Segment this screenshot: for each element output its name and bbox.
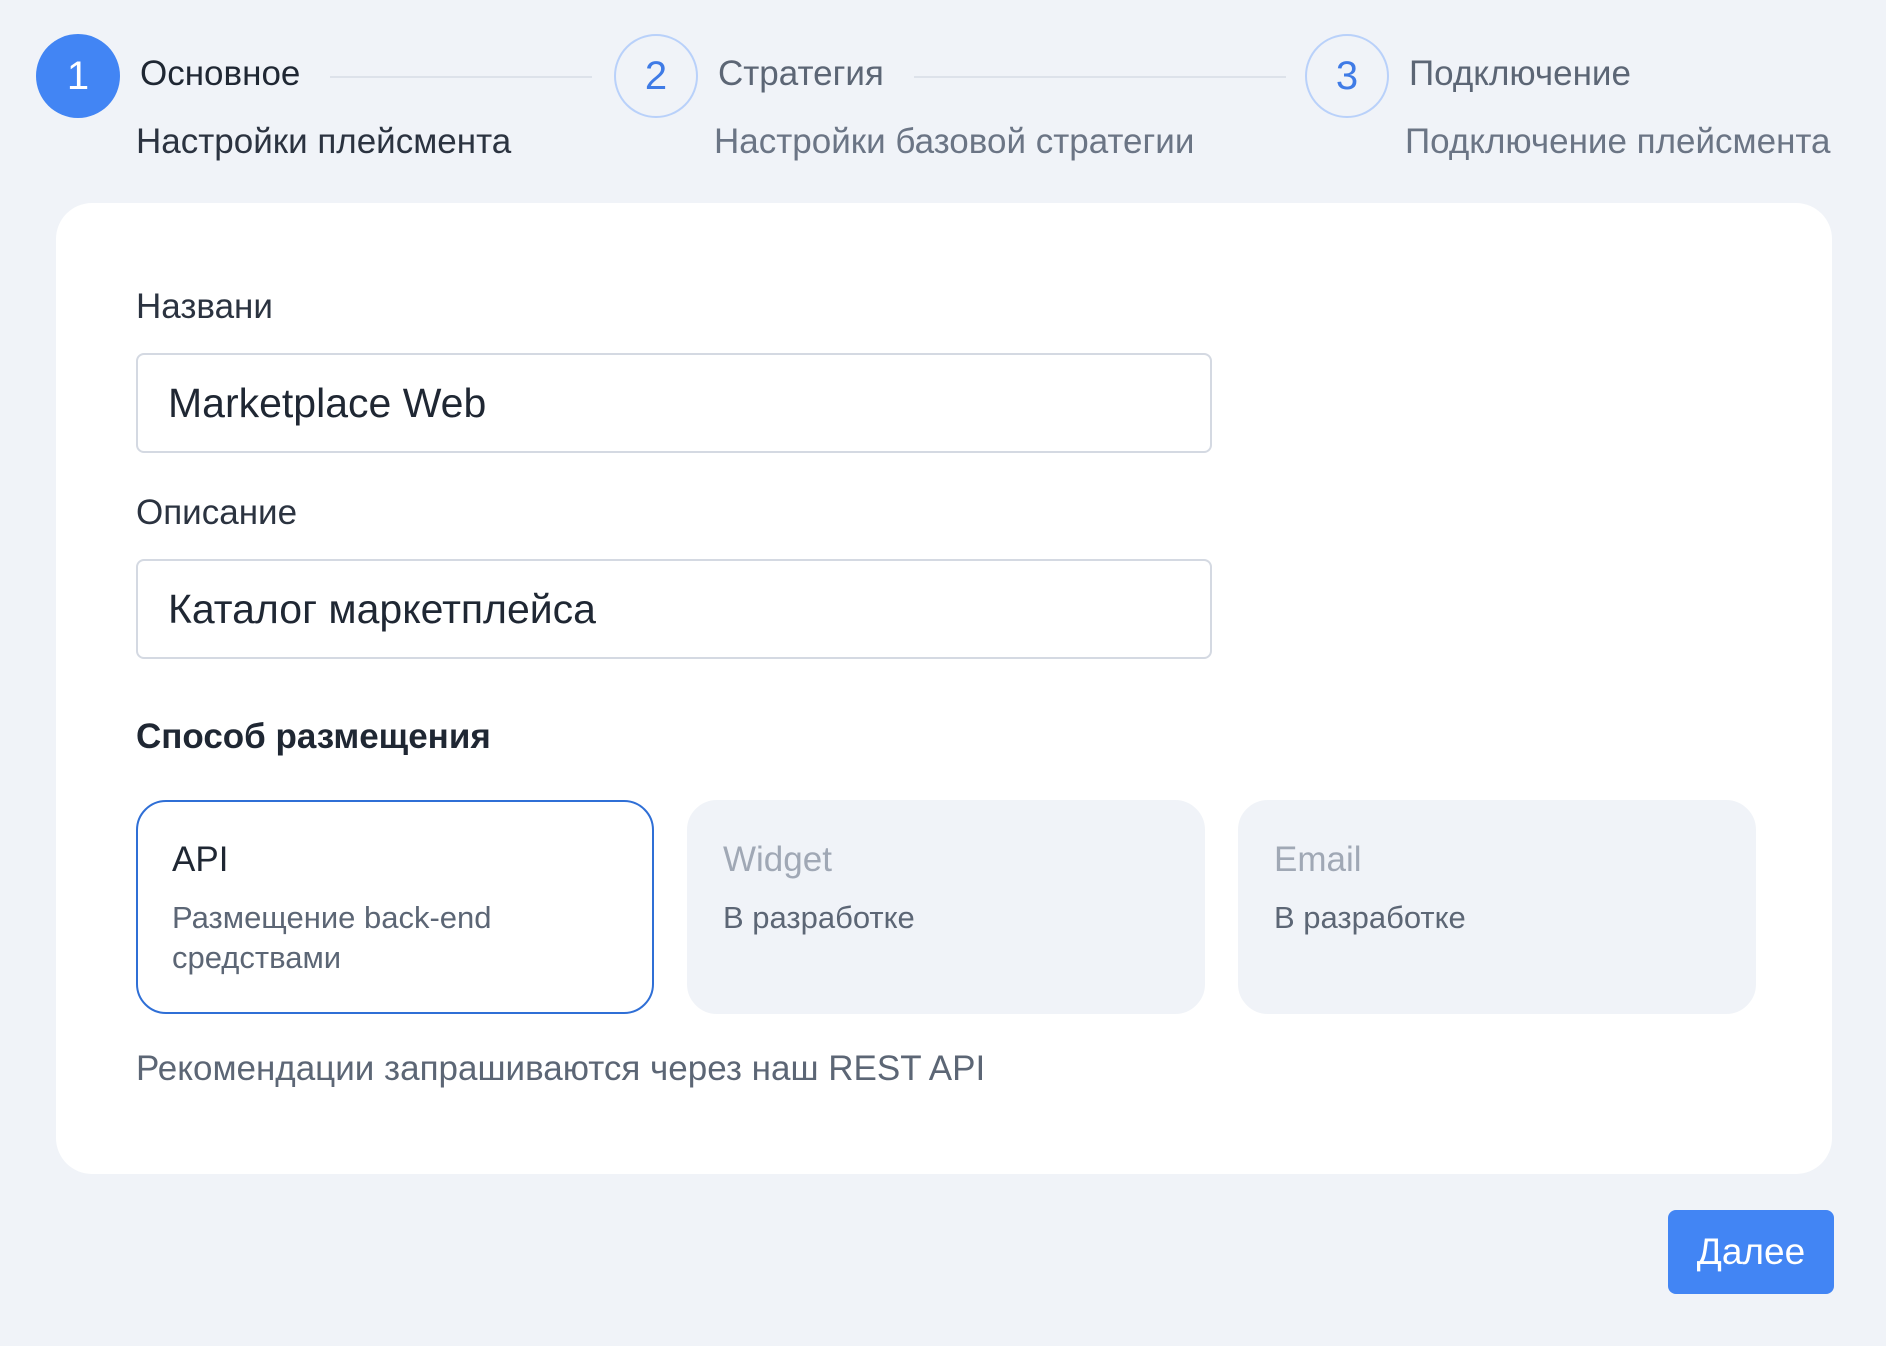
step-1-title: Основное xyxy=(140,54,301,93)
placement-option-title: API xyxy=(172,840,229,879)
step-connector-1 xyxy=(330,76,592,78)
step-3-subtitle: Подключение плейсмента xyxy=(1405,122,1831,161)
step-2-title: Стратегия xyxy=(718,54,884,93)
step-2-subtitle: Настройки базовой стратегии xyxy=(714,122,1195,161)
step-3-circle: 3 xyxy=(1305,34,1389,118)
placement-option-description: В разработке xyxy=(1274,900,1466,935)
step-1-circle: 1 xyxy=(36,34,120,118)
next-button[interactable]: Далее xyxy=(1668,1210,1834,1294)
placement-option-description: Размещение back-end средствами xyxy=(172,900,492,975)
description-input[interactable] xyxy=(136,559,1212,659)
placement-option-title: Widget xyxy=(723,840,832,879)
placement-option-api[interactable]: API Размещение back-end средствами xyxy=(136,800,654,1014)
placement-method-title: Способ размещения xyxy=(136,717,491,756)
step-3-title: Подключение xyxy=(1409,54,1631,93)
placement-option-widget: Widget В разработке xyxy=(687,800,1205,1014)
name-input[interactable] xyxy=(136,353,1212,453)
placement-option-title: Email xyxy=(1274,840,1362,879)
description-label: Описание xyxy=(136,493,298,532)
placement-option-email: Email В разработке xyxy=(1238,800,1756,1014)
placement-hint: Рекомендации запрашиваются через наш RES… xyxy=(136,1049,986,1088)
name-label: Названи xyxy=(136,287,273,326)
step-2-circle: 2 xyxy=(614,34,698,118)
step-connector-2 xyxy=(914,76,1286,78)
placement-option-description: В разработке xyxy=(723,900,915,935)
form-card: Названи Описание Способ размещения API Р… xyxy=(56,203,1832,1174)
stepper: 1 Основное Настройки плейсмента 2 Страте… xyxy=(0,0,1886,200)
placement-wizard: 1 Основное Настройки плейсмента 2 Страте… xyxy=(0,0,1886,1346)
step-1-subtitle: Настройки плейсмента xyxy=(136,122,512,161)
